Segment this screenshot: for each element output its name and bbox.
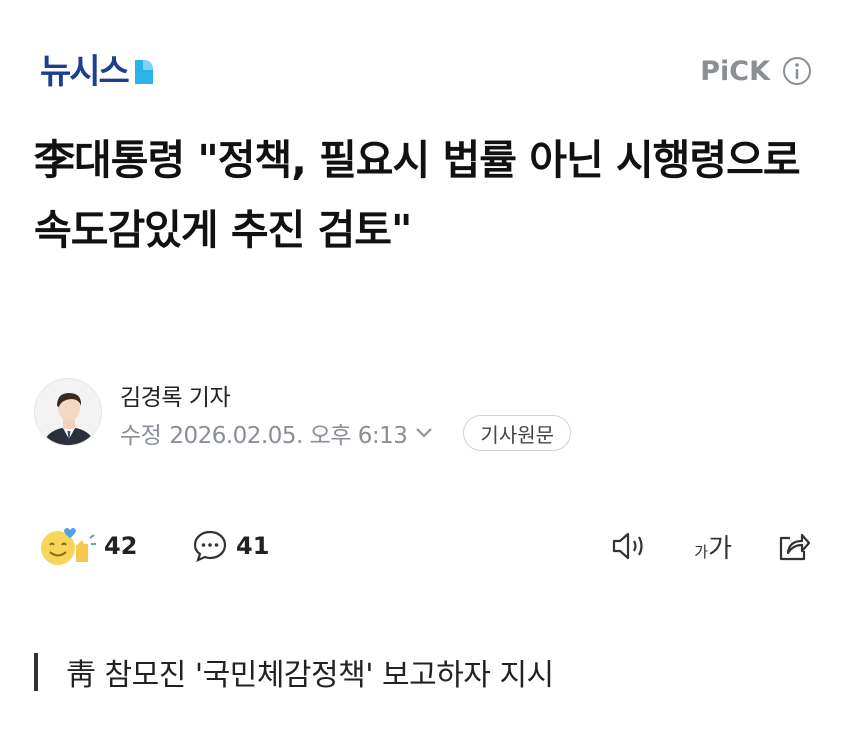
reaction-count: 42 (104, 532, 138, 560)
reporter-avatar[interactable] (34, 378, 102, 446)
meta-row: 수정 2026.02.05. 오후 6:13 기사원문 (120, 415, 572, 451)
article-headline: 李대통령 "정책, 필요시 법률 아닌 시행령으로 속도감있게 추진 검토" (34, 136, 801, 254)
modified-date: 2026.02.05. 오후 6:13 (169, 423, 408, 449)
share-icon[interactable] (776, 529, 812, 563)
original-article-button[interactable]: 기사원문 (463, 415, 572, 451)
modified-label: 수정 (120, 423, 162, 449)
reporter-name[interactable]: 김경록 기자 (120, 378, 231, 412)
comment-count: 41 (236, 532, 270, 560)
font-size-button[interactable]: 가 가 (694, 528, 732, 565)
pick-label: PiCK (700, 55, 770, 87)
comment-icon (193, 530, 227, 562)
pick-badge[interactable]: PiCK (700, 54, 812, 88)
info-icon[interactable] (782, 56, 812, 86)
font-size-big-label: 가 (708, 533, 732, 564)
logo-text: 뉴시스 (40, 52, 130, 92)
reaction-emoji-icon (41, 528, 96, 565)
subheading: 靑 참모진 '국민체감정책' 보고하자 지시 (34, 650, 554, 694)
top-bar: 뉴시스 PiCK (0, 0, 850, 140)
comment-button[interactable]: 41 (192, 524, 269, 568)
reaction-button[interactable]: 42 (38, 524, 137, 568)
subheading-text: 靑 참모진 '국민체감정책' 보고하자 지시 (66, 658, 554, 693)
speaker-icon[interactable] (610, 529, 650, 563)
newsis-logo[interactable]: 뉴시스 (40, 52, 155, 92)
byline: 김경록 기자 수정 2026.02.05. 오후 6:13 기사원문 (34, 378, 824, 458)
newsis-logo-mark-icon (134, 60, 153, 84)
subheading-bar (34, 653, 38, 691)
reporter-photo (35, 379, 101, 445)
action-bar: 42 41 가 가 (38, 524, 812, 568)
font-size-small-label: 가 (694, 542, 709, 561)
article-tools: 가 가 (610, 524, 812, 568)
chevron-down-icon[interactable] (415, 427, 433, 439)
